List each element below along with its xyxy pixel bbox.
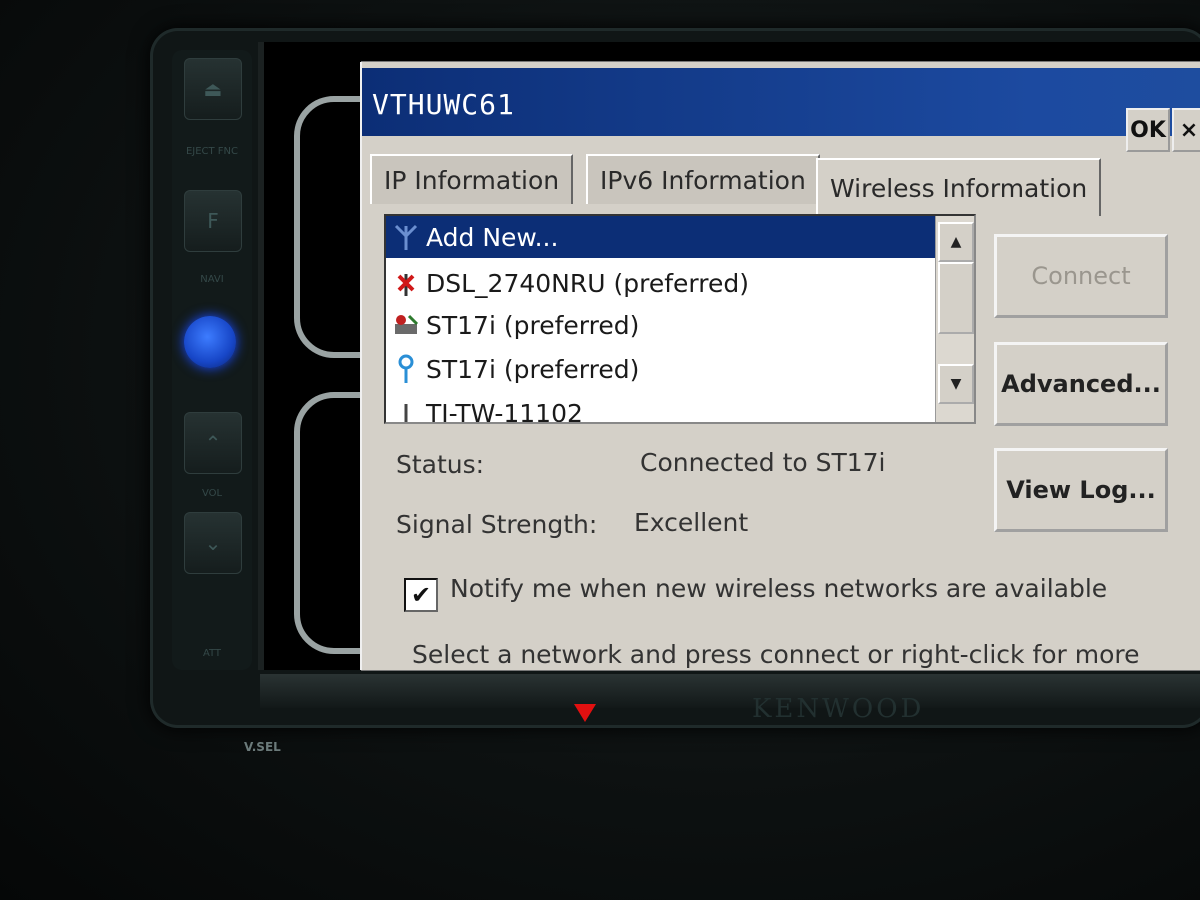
arrow-down-icon: ▼ (950, 376, 962, 392)
checkmark-icon: ✔ (410, 581, 432, 609)
status-label: Status: (396, 450, 485, 479)
list-scrollbar[interactable]: ▲ ▼ (935, 216, 974, 422)
window-title: VTHUWC61 (372, 88, 515, 121)
list-item[interactable]: ST17i (preferred) (386, 348, 936, 390)
volume-down-button[interactable]: ⌄ (184, 512, 242, 574)
instruction-text: Select a network and press connect or ri… (412, 640, 1140, 669)
list-item-label: Add New... (426, 222, 559, 252)
scroll-thumb[interactable] (938, 262, 974, 334)
ok-button[interactable]: OK (1126, 108, 1170, 152)
list-item-label: DSL_2740NRU (preferred) (426, 268, 749, 298)
chevron-down-icon: ⌄ (204, 531, 222, 555)
network-icon (386, 398, 426, 422)
navi-label: NAVI (200, 274, 224, 285)
notify-label: Notify me when new wireless networks are… (450, 574, 1108, 603)
network-unavailable-icon (386, 268, 426, 298)
volume-up-button[interactable]: ⌃ (184, 412, 242, 474)
list-item[interactable]: DSL_2740NRU (preferred) (386, 262, 936, 304)
function-button[interactable]: F (184, 190, 242, 252)
tab-ip-information[interactable]: IP Information (370, 154, 574, 204)
close-icon: × (1179, 117, 1199, 143)
chevron-up-icon: ⌃ (204, 431, 222, 455)
signal-strength-label: Signal Strength: (396, 510, 598, 539)
scroll-up-button[interactable]: ▲ (938, 222, 974, 262)
scroll-down-button[interactable]: ▼ (938, 364, 974, 404)
connected-network-icon (386, 353, 426, 385)
view-log-button[interactable]: View Log... (994, 448, 1168, 532)
network-list[interactable]: Add New... DSL_2740NRU (preferred) ST17i… (384, 214, 976, 424)
list-item-label: ST17i (preferred) (426, 310, 640, 340)
eject-label: EJECT FNC (185, 146, 239, 157)
arrow-up-icon: ▲ (950, 234, 962, 250)
notify-checkbox[interactable]: ✔ (404, 578, 438, 612)
att-label: ATT (202, 648, 222, 659)
list-item-label: TI-TW-11102 (426, 398, 583, 424)
eject-button[interactable]: ⏏ (184, 58, 242, 120)
list-item[interactable]: Add New... (386, 216, 936, 258)
function-icon: F (207, 209, 219, 233)
signal-strength-value: Excellent (634, 508, 749, 537)
adhoc-network-icon (386, 310, 426, 340)
wireless-settings-dialog: VTHUWC61 OK × IP Information IPv6 Inform… (362, 62, 1200, 670)
eject-icon: ⏏ (203, 77, 223, 101)
vsel-label: V.SEL (244, 740, 281, 754)
tab-ipv6-information[interactable]: IPv6 Information (586, 154, 820, 204)
bottom-bezel (260, 674, 1200, 708)
volume-label: VOL (201, 488, 223, 499)
advanced-button[interactable]: Advanced... (994, 342, 1168, 426)
connect-button[interactable]: Connect (994, 234, 1168, 318)
brand-logo: KENWOOD (752, 694, 925, 724)
close-button[interactable]: × (1172, 108, 1200, 152)
list-item[interactable]: TI-TW-11102 (386, 392, 936, 424)
red-indicator-icon (574, 704, 596, 722)
title-bar: VTHUWC61 (362, 68, 1200, 136)
list-item[interactable]: ST17i (preferred) (386, 304, 936, 346)
list-item-label: ST17i (preferred) (426, 354, 640, 384)
status-value: Connected to ST17i (640, 448, 886, 477)
tab-wireless-information[interactable]: Wireless Information (816, 158, 1102, 216)
source-knob[interactable] (184, 316, 236, 368)
antenna-icon (386, 222, 426, 252)
